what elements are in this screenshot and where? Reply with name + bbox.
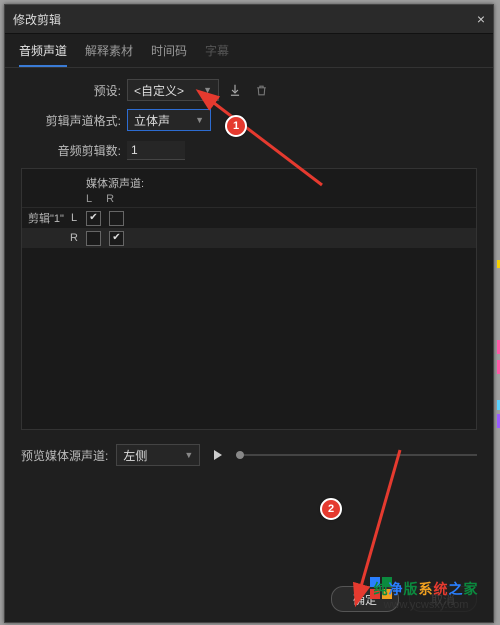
tab-captions: 字幕 [205,42,229,67]
ok-button[interactable]: 确定 [331,586,399,612]
format-label: 剪辑声道格式: [21,112,127,129]
check-R-L[interactable] [86,231,101,246]
clip-count-row: 音频剪辑数: [21,138,477,162]
modify-clip-dialog: 修改剪辑 × 音频声道 解释素材 时间码 字幕 预设: <自定义> ▼ [4,4,494,623]
dialog-footer: 确定 取消 [331,586,477,612]
titlebar: 修改剪辑 × [5,5,493,34]
preset-dropdown[interactable]: <自定义> ▼ [127,79,219,101]
preview-value: 左侧 [123,447,147,464]
audio-clip-count-input[interactable] [127,141,185,160]
check-L-R[interactable] [109,211,124,226]
row-channel-R: R [68,232,80,244]
format-row: 剪辑声道格式: 立体声 ▼ [21,108,477,132]
col-R: R [106,193,114,205]
preview-row: 预览媒体源声道: 左侧 ▼ [5,430,493,480]
check-L-L[interactable] [86,211,101,226]
cancel-button[interactable]: 取消 [409,586,477,612]
matrix-column-headers: L R [22,193,476,208]
chevron-down-icon: ▼ [203,85,212,95]
chevron-down-icon: ▼ [195,115,204,125]
row-channel-L: L [68,212,80,224]
preset-value: <自定义> [134,82,184,99]
channel-matrix: 媒体源声道: L R 剪辑"1" L R [21,168,477,430]
matrix-rows: 剪辑"1" L R [22,208,476,248]
tab-timecode[interactable]: 时间码 [151,42,187,67]
preview-channel-dropdown[interactable]: 左侧 ▼ [116,444,200,466]
tab-audio-channels[interactable]: 音频声道 [19,42,67,67]
chevron-down-icon: ▼ [184,450,193,460]
tab-interpret-footage[interactable]: 解释素材 [85,42,133,67]
save-preset-icon[interactable] [225,80,245,100]
close-icon[interactable]: × [477,11,485,27]
col-L: L [86,193,92,205]
window-title: 修改剪辑 [13,11,61,28]
clip-channel-format-dropdown[interactable]: 立体声 ▼ [127,109,211,131]
format-value: 立体声 [134,112,170,129]
clip-count-label: 音频剪辑数: [21,142,127,159]
preset-row: 预设: <自定义> ▼ [21,78,477,102]
clip-name: 剪辑"1" [28,210,68,226]
delete-preset-icon[interactable] [251,80,271,100]
table-row: R [22,228,476,248]
play-icon[interactable] [214,450,222,460]
matrix-header-label: 媒体源声道: [22,169,476,193]
dialog-body: 预设: <自定义> ▼ 剪辑声道格式: 立体声 ▼ [5,68,493,430]
preview-label: 预览媒体源声道: [21,447,108,464]
table-row: 剪辑"1" L [22,208,476,228]
tab-strip: 音频声道 解释素材 时间码 字幕 [5,34,493,68]
preset-label: 预设: [21,82,127,99]
check-R-R[interactable] [109,231,124,246]
preview-slider[interactable] [236,454,477,456]
